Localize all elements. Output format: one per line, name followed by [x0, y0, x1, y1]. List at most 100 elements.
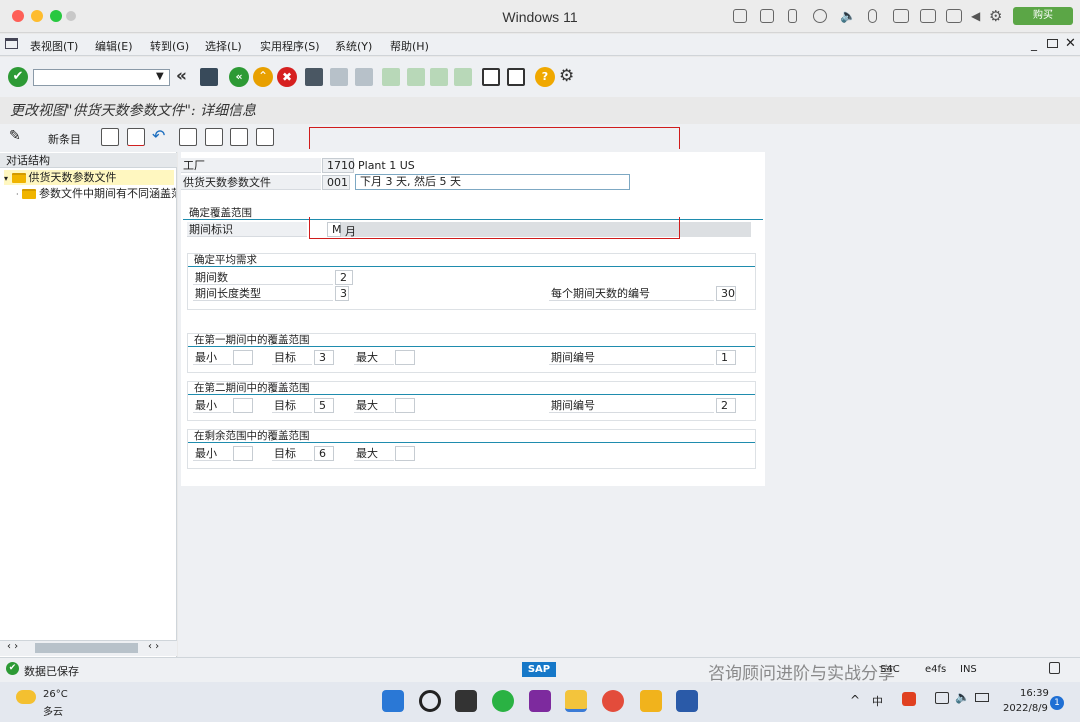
settings-icon[interactable]: ⚙	[559, 66, 574, 86]
scroll-thumb[interactable]	[35, 643, 138, 653]
globe-icon[interactable]	[813, 9, 827, 23]
camera-icon[interactable]	[920, 9, 936, 23]
wechat-icon[interactable]	[492, 690, 514, 712]
lock-icon[interactable]	[1049, 662, 1060, 674]
display-change-icon[interactable]: ✎	[9, 128, 21, 144]
days-per-period-input[interactable]: 30	[716, 286, 736, 301]
rest-max-input[interactable]	[395, 446, 415, 461]
menu-selection[interactable]: 选择(L)	[205, 38, 242, 54]
period-length-label: 期间长度类型	[193, 286, 333, 301]
second-period-no-input[interactable]: 2	[716, 398, 736, 413]
menu-edit[interactable]: 编辑(E)	[95, 38, 133, 54]
last-page-icon[interactable]	[454, 68, 472, 86]
second-max-input[interactable]	[395, 398, 415, 413]
clock-time: 16:39	[1020, 688, 1049, 699]
plant-name: Plant 1 US	[358, 159, 415, 172]
copy-as-icon[interactable]	[101, 128, 119, 146]
first-period-no-label: 期间编号	[549, 350, 714, 365]
scroll-right-icon[interactable]: ‹ ›	[148, 641, 159, 652]
keyboard-icon[interactable]	[733, 9, 747, 23]
buy-button[interactable]: 购买	[1013, 7, 1073, 25]
usb-icon[interactable]	[788, 9, 797, 23]
folder-open-icon	[11, 173, 26, 183]
enter-check-icon[interactable]: ✔	[8, 67, 28, 87]
back-icon[interactable]: «	[229, 67, 249, 87]
sap-menu-icon[interactable]	[5, 38, 18, 49]
find-next-icon[interactable]	[355, 68, 373, 86]
screenshot-icon[interactable]	[946, 9, 962, 23]
undo-icon[interactable]: ↶	[152, 126, 165, 145]
rest-min-input[interactable]	[233, 446, 253, 461]
word-icon[interactable]	[676, 690, 698, 712]
close-icon[interactable]: ✕	[1065, 36, 1076, 51]
deselect-all-icon[interactable]	[256, 128, 274, 146]
tree-item-coverage[interactable]: · 参数文件中期间有不同涵盖范围	[16, 186, 176, 201]
previous-entry-icon[interactable]	[179, 128, 197, 146]
new-entries-button[interactable]: 新条目	[48, 131, 81, 147]
profile-description-input[interactable]: 下月 3 天, 然后 5 天	[355, 174, 630, 190]
task-view-icon[interactable]	[455, 690, 477, 712]
menu-help[interactable]: 帮助(H)	[390, 38, 429, 54]
sap-logon-icon[interactable]	[565, 690, 587, 712]
period-indicator-field[interactable]: M	[327, 222, 342, 237]
drive-icon[interactable]	[893, 9, 909, 23]
chevron-down-icon[interactable]: ▼	[156, 71, 164, 82]
menu-goto[interactable]: 转到(G)	[150, 38, 189, 54]
search-icon[interactable]	[419, 690, 441, 712]
file-explorer-icon[interactable]	[640, 690, 662, 712]
tree-item-profile[interactable]: ▾ 供货天数参数文件	[4, 170, 174, 185]
first-target-input[interactable]: 3	[314, 350, 334, 365]
gear-icon[interactable]: ⚙	[989, 7, 1002, 25]
delete-icon[interactable]	[127, 128, 145, 146]
insert-mode: INS	[960, 664, 977, 675]
cpu-icon[interactable]	[760, 9, 774, 23]
second-target-input[interactable]: 5	[314, 398, 334, 413]
speaker-icon[interactable]: 🔈	[840, 9, 856, 24]
second-min-input[interactable]	[233, 398, 253, 413]
help-icon[interactable]: ?	[535, 67, 555, 87]
cancel-icon[interactable]: ✖	[277, 67, 297, 87]
shortcut-icon[interactable]	[507, 68, 525, 86]
collapse-icon[interactable]: «	[176, 66, 187, 86]
tray-chevron-icon[interactable]: ^	[850, 693, 860, 707]
num-periods-input[interactable]: 2	[335, 270, 353, 285]
menu-utilities[interactable]: 实用程序(S)	[260, 38, 320, 54]
exit-icon[interactable]: ⌃	[253, 67, 273, 87]
notification-badge[interactable]: 1	[1050, 696, 1064, 710]
first-max-input[interactable]	[395, 350, 415, 365]
print-icon[interactable]	[305, 68, 323, 86]
back-arrow-icon[interactable]: ◀	[971, 9, 980, 23]
weather-icon[interactable]	[16, 690, 36, 704]
onenote-icon[interactable]	[529, 690, 551, 712]
command-field[interactable]	[33, 69, 170, 86]
scroll-left-icon[interactable]: ‹ ›	[7, 641, 18, 652]
find-icon[interactable]	[330, 68, 348, 86]
select-all-icon[interactable]	[230, 128, 248, 146]
start-icon[interactable]	[382, 690, 404, 712]
microphone-icon[interactable]	[868, 9, 877, 23]
volume-icon[interactable]: 🔈	[955, 690, 970, 704]
menu-table-view[interactable]: 表视图(T)	[30, 38, 78, 54]
menu-system[interactable]: 系统(Y)	[335, 38, 372, 54]
period-length-input[interactable]: 3	[335, 286, 349, 301]
ime-indicator[interactable]: 中	[872, 693, 883, 709]
prev-page-icon[interactable]	[407, 68, 425, 86]
save-icon[interactable]	[200, 68, 218, 86]
new-session-icon[interactable]	[482, 68, 500, 86]
network-icon[interactable]	[975, 693, 989, 702]
profile-label: 供货天数参数文件	[181, 175, 321, 190]
antivirus-icon[interactable]	[902, 692, 916, 706]
chrome-icon[interactable]	[602, 690, 624, 712]
rest-target-input[interactable]: 6	[314, 446, 334, 461]
next-page-icon[interactable]	[430, 68, 448, 86]
first-period-no-input[interactable]: 1	[716, 350, 736, 365]
display-icon[interactable]	[935, 692, 949, 704]
minimize-icon[interactable]: _	[1031, 37, 1037, 51]
system-id: S4C	[880, 664, 900, 675]
tree-header: 对话结构	[0, 153, 177, 168]
next-entry-icon[interactable]	[205, 128, 223, 146]
restore-icon[interactable]	[1047, 39, 1058, 48]
period-indicator-text: 月	[345, 225, 356, 238]
first-page-icon[interactable]	[382, 68, 400, 86]
first-min-input[interactable]	[233, 350, 253, 365]
